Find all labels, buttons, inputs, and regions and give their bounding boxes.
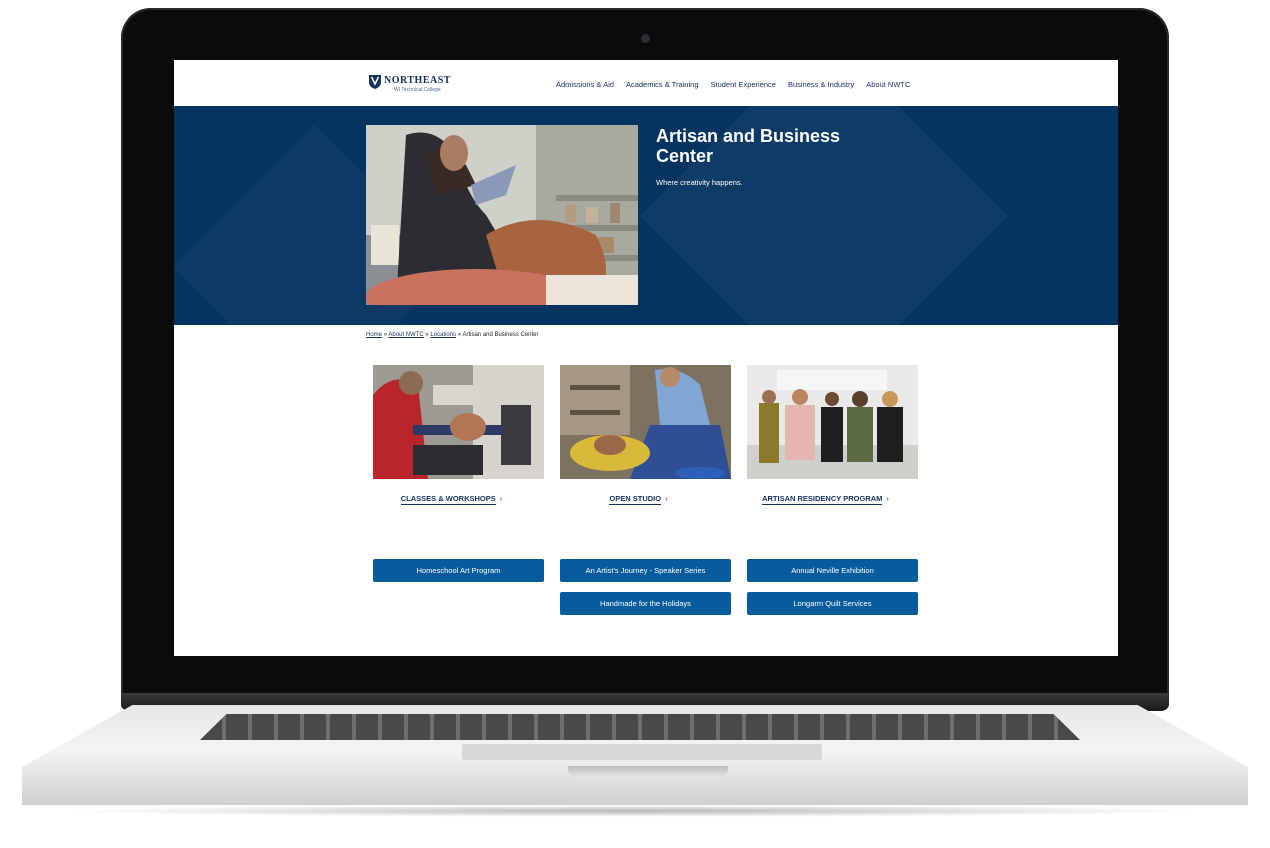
- chevron-right-icon: ›: [499, 494, 503, 503]
- breadcrumb-about[interactable]: About NWTC: [388, 332, 423, 338]
- laptop-notch: [568, 766, 728, 778]
- neville-exhibition-button[interactable]: Annual Neville Exhibition: [747, 559, 918, 582]
- laptop-keyboard: [200, 714, 1080, 740]
- nav-business-industry[interactable]: Business & Industry: [788, 80, 854, 89]
- breadcrumb: Home » About NWTC » Locations » Artisan …: [366, 332, 539, 338]
- card-link-label: CLASSES & WORKSHOPS: [400, 494, 496, 505]
- nav-student-experience[interactable]: Student Experience: [711, 80, 776, 89]
- laptop-shadow: [60, 805, 1210, 817]
- main-nav: Admissions & Aid Academics & Training St…: [556, 80, 910, 89]
- nav-about[interactable]: About NWTC: [866, 80, 910, 89]
- card-link-artisan-residency[interactable]: ARTISAN RESIDENCY PROGRAM ›: [740, 494, 911, 505]
- browser-screen: NORTHEAST WI Technical College Admission…: [174, 60, 1118, 656]
- breadcrumb-separator: »: [425, 332, 429, 338]
- breadcrumb-home[interactable]: Home: [366, 332, 382, 338]
- card-photo-residency[interactable]: [747, 365, 918, 479]
- card-photo-woodturning[interactable]: [373, 365, 544, 479]
- speaker-series-button[interactable]: An Artist's Journey - Speaker Series: [560, 559, 731, 582]
- hero-subtitle: Where creativity happens.: [656, 178, 743, 187]
- breadcrumb-separator: »: [383, 332, 388, 338]
- breadcrumb-current: Artisan and Business Center: [462, 332, 539, 338]
- card-link-open-studio[interactable]: OPEN STUDIO ›: [553, 494, 724, 505]
- hero-banner: Artisan and Business Center Where creati…: [174, 106, 1118, 325]
- nav-admissions[interactable]: Admissions & Aid: [556, 80, 614, 89]
- chevron-right-icon: ›: [886, 494, 889, 503]
- breadcrumb-separator: »: [457, 332, 462, 338]
- logo-subtitle: WI Technical College: [394, 87, 441, 93]
- webcam-icon: [641, 34, 650, 43]
- homeschool-art-program-button[interactable]: Homeschool Art Program: [373, 559, 544, 582]
- longarm-quilt-services-button[interactable]: Longarm Quilt Services: [747, 592, 918, 615]
- hero-title: Artisan and Business Center: [656, 126, 841, 166]
- hero-photo-potter: [366, 125, 638, 305]
- shield-logo-icon: [369, 75, 381, 89]
- card-link-classes-workshops[interactable]: CLASSES & WORKSHOPS ›: [366, 494, 537, 505]
- nav-academics[interactable]: Academics & Training: [626, 80, 699, 89]
- card-photo-open-studio[interactable]: [560, 365, 731, 479]
- breadcrumb-locations[interactable]: Locations: [430, 332, 456, 338]
- handmade-holidays-button[interactable]: Handmade for the Holidays: [560, 592, 731, 615]
- card-link-label: OPEN STUDIO: [609, 494, 662, 505]
- chevron-right-icon: ›: [665, 494, 668, 503]
- logo-name: NORTHEAST: [384, 75, 451, 86]
- site-header: NORTHEAST WI Technical College Admission…: [174, 60, 1118, 106]
- card-link-label: ARTISAN RESIDENCY PROGRAM: [762, 494, 883, 505]
- laptop-trackpad: [462, 744, 822, 760]
- site-logo[interactable]: NORTHEAST WI Technical College: [368, 73, 468, 95]
